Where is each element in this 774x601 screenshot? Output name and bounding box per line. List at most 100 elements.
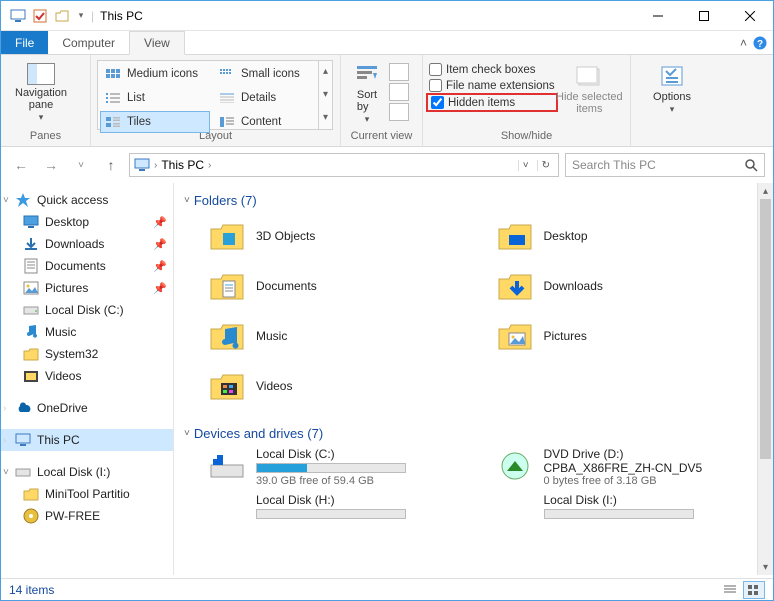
folder-downloads[interactable]: Downloads <box>496 264 764 308</box>
tree-minitool[interactable]: MiniTool Partitio <box>1 483 173 505</box>
nav-recent-dropdown[interactable]: ˅ <box>69 153 93 177</box>
chk-file-name-extensions[interactable]: File name extensions <box>429 79 555 92</box>
layout-medium-icons[interactable]: Medium icons <box>100 63 210 85</box>
layout-details[interactable]: Details <box>214 87 314 109</box>
breadcrumb-thispc[interactable]: This PC <box>161 158 204 172</box>
capacity-bar <box>544 509 694 519</box>
section-folders-header[interactable]: ˅Folders (7) <box>178 189 769 214</box>
app-icon <box>9 7 27 25</box>
add-columns-button[interactable] <box>389 83 409 101</box>
refresh-icon[interactable]: ↻ <box>537 160 554 171</box>
tree-music[interactable]: Music <box>1 321 173 343</box>
vertical-scrollbar[interactable]: ▴ ▾ <box>757 183 773 575</box>
documents-icon <box>23 258 39 274</box>
drive-h[interactable]: Local Disk (H:) <box>208 493 476 531</box>
search-icon <box>744 158 758 172</box>
search-placeholder: Search This PC <box>572 158 656 172</box>
drive-i[interactable]: Local Disk (I:) <box>496 493 764 531</box>
layout-gallery-scroll[interactable]: ▴▾▾ <box>318 61 332 129</box>
qat-properties-icon[interactable] <box>31 7 49 25</box>
capacity-bar <box>256 463 406 473</box>
folder-icon <box>23 346 39 362</box>
hide-selected-items-button: Hide selected items <box>555 59 624 115</box>
folder-icon <box>23 486 39 502</box>
dvd-icon <box>496 447 534 485</box>
chevron-right-icon[interactable]: › <box>154 160 157 171</box>
drive-d[interactable]: DVD Drive (D:) CPBA_X86FRE_ZH-CN_DV5 0 b… <box>496 447 764 487</box>
close-button[interactable] <box>727 1 773 31</box>
tree-local-i[interactable]: ˅Local Disk (I:) <box>1 461 173 483</box>
layout-content[interactable]: Content <box>214 111 314 133</box>
videos-icon <box>23 368 39 384</box>
section-devices-header[interactable]: ˅Devices and drives (7) <box>178 422 769 447</box>
drive-c[interactable]: Local Disk (C:) 39.0 GB free of 59.4 GB <box>208 447 476 487</box>
folder-icon <box>496 217 534 255</box>
options-button[interactable]: Options ▾ <box>637 59 707 115</box>
folder-pictures[interactable]: Pictures <box>496 314 764 358</box>
pc-icon <box>15 432 31 448</box>
qat-dropdown-icon[interactable]: ▾ <box>75 7 87 25</box>
view-large-icons-button[interactable] <box>743 581 765 599</box>
nav-back-button[interactable]: ← <box>9 153 33 177</box>
folder-desktop[interactable]: Desktop <box>496 214 764 258</box>
content-pane[interactable]: ˅Folders (7) 3D Objects Desktop Document… <box>174 183 773 575</box>
tree-quick-access[interactable]: ˅Quick access <box>1 189 173 211</box>
tab-computer[interactable]: Computer <box>48 31 129 54</box>
drive-icon <box>208 447 246 485</box>
minimize-button[interactable] <box>635 1 681 31</box>
group-by-button[interactable] <box>389 63 409 81</box>
navigation-pane-label: Navigation pane <box>15 87 67 111</box>
pictures-icon <box>23 280 39 296</box>
tree-this-pc[interactable]: ›This PC <box>1 429 173 451</box>
downloads-icon <box>23 236 39 252</box>
address-dropdown-icon[interactable]: ˅ <box>518 160 533 171</box>
folder-3d-objects[interactable]: 3D Objects <box>208 214 476 258</box>
tree-pwfree[interactable]: PW-FREE <box>1 505 173 527</box>
tree-documents[interactable]: Documents📌 <box>1 255 173 277</box>
status-item-count: 14 items <box>9 583 54 597</box>
pc-icon <box>134 157 150 173</box>
chevron-right-icon[interactable]: › <box>208 160 211 171</box>
tree-videos[interactable]: Videos <box>1 365 173 387</box>
navigation-tree[interactable]: ˅Quick access Desktop📌 Downloads📌 Docume… <box>1 183 174 575</box>
layout-small-icons[interactable]: Small icons <box>214 63 314 85</box>
drive-icon <box>23 302 39 318</box>
folder-icon <box>208 217 246 255</box>
chk-hidden-items[interactable]: Hidden items <box>431 96 553 109</box>
nav-forward-button: → <box>39 153 63 177</box>
tree-system32[interactable]: System32 <box>1 343 173 365</box>
tree-local-c[interactable]: Local Disk (C:) <box>1 299 173 321</box>
cloud-icon <box>15 400 31 416</box>
size-columns-button[interactable] <box>389 103 409 121</box>
help-icon[interactable]: ? <box>753 36 767 50</box>
folder-icon <box>208 267 246 305</box>
navigation-pane-button[interactable]: Navigation pane ▾ <box>7 59 75 123</box>
maximize-button[interactable] <box>681 1 727 31</box>
search-input[interactable]: Search This PC <box>565 153 765 177</box>
qat-newfolder-icon[interactable] <box>53 7 71 25</box>
tree-pictures[interactable]: Pictures📌 <box>1 277 173 299</box>
layout-list[interactable]: List <box>100 87 210 109</box>
folder-videos[interactable]: Videos <box>208 364 476 408</box>
nav-up-button[interactable]: ↑ <box>99 153 123 177</box>
desktop-icon <box>23 214 39 230</box>
sort-by-button[interactable]: Sort by ▾ <box>347 59 387 125</box>
ribbon-collapse-icon[interactable]: ˄ <box>740 36 747 50</box>
folder-music[interactable]: Music <box>208 314 476 358</box>
folder-icon <box>208 367 246 405</box>
folder-icon <box>208 317 246 355</box>
pin-icon: 📌 <box>153 282 167 295</box>
tree-downloads[interactable]: Downloads📌 <box>1 233 173 255</box>
tree-desktop[interactable]: Desktop📌 <box>1 211 173 233</box>
folder-documents[interactable]: Documents <box>208 264 476 308</box>
tab-file[interactable]: File <box>1 31 48 54</box>
address-bar[interactable]: › This PC › ˅ ↻ <box>129 153 559 177</box>
capacity-bar <box>256 509 406 519</box>
chk-item-check-boxes[interactable]: Item check boxes <box>429 63 555 76</box>
view-details-button[interactable] <box>719 581 741 599</box>
tab-view[interactable]: View <box>129 31 185 55</box>
drive-icon <box>15 464 31 480</box>
tree-onedrive[interactable]: ›OneDrive <box>1 397 173 419</box>
folder-icon <box>496 267 534 305</box>
layout-tiles[interactable]: Tiles <box>100 111 210 133</box>
